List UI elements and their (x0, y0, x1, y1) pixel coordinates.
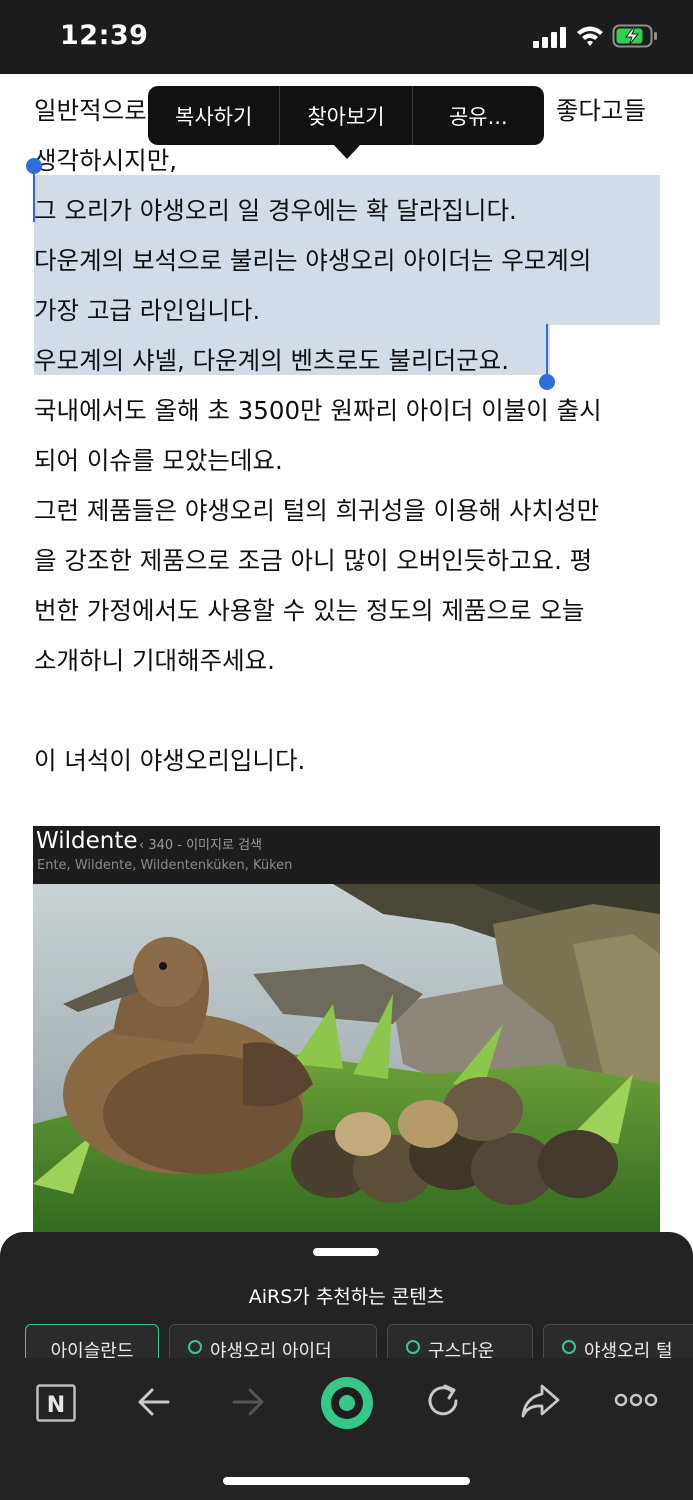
selection-start-caret (33, 170, 35, 222)
article-line: 을 강조한 제품으로 조금 아니 많이 오버인듯하고요. 평 (34, 546, 593, 575)
back-arrow-icon[interactable] (136, 1384, 172, 1420)
article-line: 좋다고들 (555, 96, 646, 125)
image-caption-title: Wildente (36, 828, 138, 854)
wifi-icon (577, 26, 603, 46)
circle-icon (406, 1340, 420, 1354)
battery-charging-icon (612, 24, 657, 48)
chip-label: 야생오리 아이더 (210, 1341, 332, 1358)
selection-end-caret (546, 324, 548, 374)
naver-logo-letter: N (47, 1393, 65, 1418)
home-indicator[interactable] (223, 1477, 470, 1485)
article-line: 가장 고급 라인입니다. (34, 296, 261, 325)
chip-label: 구스다운 (428, 1341, 495, 1358)
forward-arrow-icon[interactable] (230, 1384, 266, 1420)
sheet-title: AiRS가 추천하는 콘텐츠 (248, 1286, 445, 1308)
mallard-duck-photo (33, 884, 660, 1236)
article-line: 소개하니 기대해주세요. (34, 646, 275, 675)
article-line: 다운계의 보석으로 불리는 야생오리 아이더는 우모계의 (34, 246, 592, 275)
recommendation-chips: 아이슬란드 야생오리 아이더 구스다운 야생오리 털 (0, 1324, 693, 1358)
article-line: 번한 가정에서도 사용할 수 있는 정도의 제품으로 오늘 (34, 596, 585, 625)
cellular-signal-icon (533, 26, 567, 48)
look-up-menu-item[interactable]: 찾아보기 (279, 86, 411, 145)
article-image[interactable]: Wildente ‹ 340 - 이미지로 검색 Ente, Wildente,… (33, 826, 660, 1236)
more-options-icon[interactable] (614, 1392, 658, 1408)
article-line: 우모계의 샤넬, 다운계의 벤츠로도 불리더군요. (34, 346, 509, 375)
chip-iceland[interactable]: 아이슬란드 (25, 1324, 159, 1358)
recommendation-sheet: AiRS가 추천하는 콘텐츠 아이슬란드 야생오리 아이더 구스다운 야생오리 … (0, 1232, 693, 1500)
share-icon[interactable] (520, 1382, 560, 1420)
refresh-icon[interactable] (424, 1382, 462, 1420)
share-menu-item[interactable]: 공유... (411, 86, 544, 145)
image-caption-tags: Ente, Wildente, Wildentenküken, Küken (37, 858, 293, 873)
circle-icon (562, 1340, 576, 1354)
status-time: 12:39 (60, 20, 149, 51)
chip-wild-duck-eider[interactable]: 야생오리 아이더 (169, 1324, 377, 1358)
green-dot-menu-icon[interactable] (320, 1376, 374, 1430)
copy-menu-item[interactable]: 복사하기 (148, 86, 279, 145)
chip-label: 야생오리 털 (584, 1341, 673, 1358)
chip-label: 아이슬란드 (50, 1341, 134, 1358)
selection-end-handle[interactable] (539, 374, 555, 390)
chip-wild-duck-feather[interactable]: 야생오리 털 (543, 1324, 693, 1358)
sheet-grabber-handle[interactable] (313, 1248, 379, 1256)
article-line: 일반적으로 (34, 96, 147, 125)
browser-toolbar: N (0, 1358, 693, 1448)
image-caption-count: ‹ 340 - 이미지로 검색 (139, 838, 262, 853)
chip-goose-down[interactable]: 구스다운 (387, 1324, 533, 1358)
text-selection-menu: 복사하기 찾아보기 공유... (148, 86, 544, 145)
article-line: 그 오리가 야생오리 일 경우에는 확 달라집니다. (34, 196, 517, 225)
article-line: 그런 제품들은 야생오리 털의 희귀성을 이용해 사치성만 (34, 496, 600, 525)
naver-home-icon[interactable]: N (36, 1384, 76, 1422)
article-line: 생각하시지만, (34, 146, 178, 175)
article-line: 이 녀석이 야생오리입니다. (34, 746, 306, 775)
article-line: 국내에서도 올해 초 3500만 원짜리 아이더 이불이 출시 (34, 396, 602, 425)
menu-pointer-arrow (333, 144, 361, 159)
status-bar: 12:39 (0, 0, 693, 74)
circle-icon (188, 1340, 202, 1354)
article-line: 되어 이슈를 모았는데요. (34, 446, 283, 475)
